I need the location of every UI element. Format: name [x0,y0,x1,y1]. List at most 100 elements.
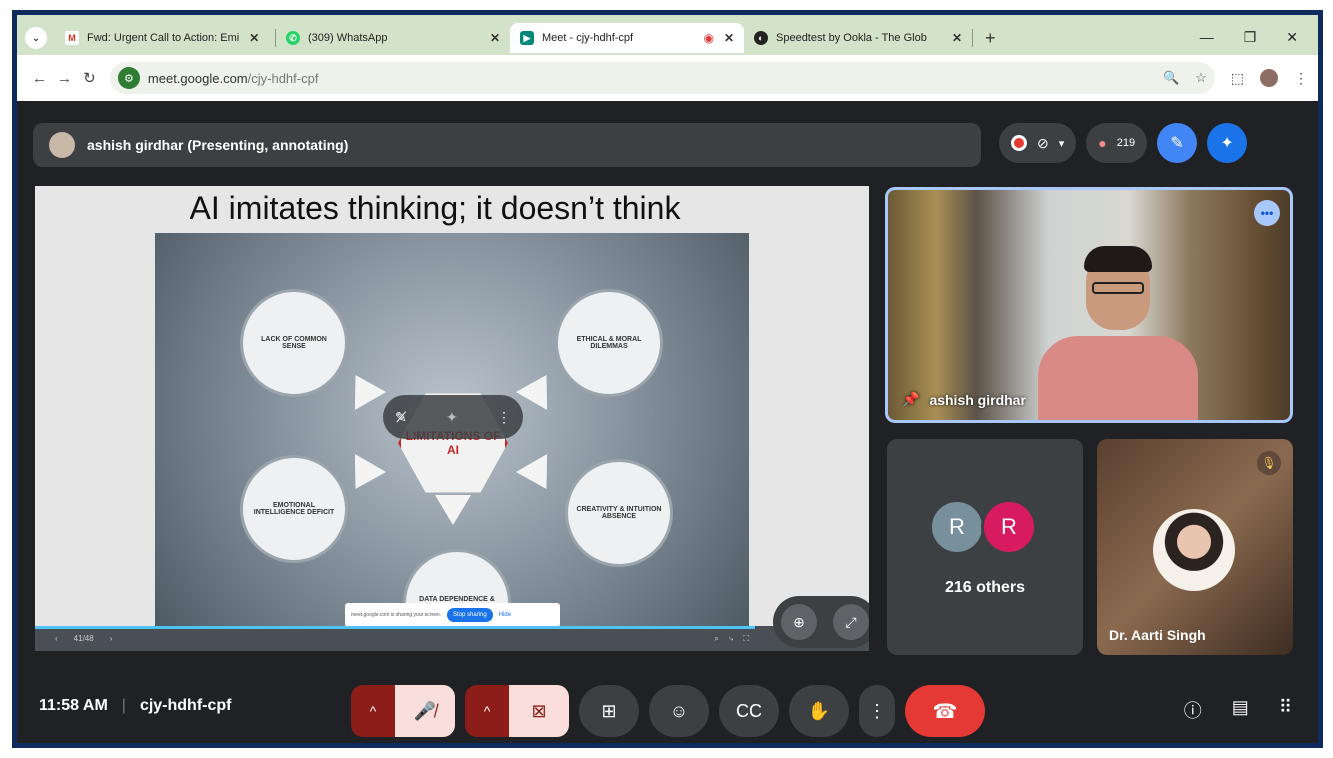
info-icon[interactable]: ⓘ [1184,697,1202,723]
close-tab-icon[interactable]: ✕ [490,31,500,45]
gemini-button[interactable]: ✦ [1207,123,1248,163]
close-tab-icon[interactable]: ✕ [724,31,734,45]
site-info-icon[interactable]: ⚙ [117,67,140,89]
forward-icon[interactable]: → [52,70,77,87]
zoom-in-icon[interactable]: ⊕ [781,604,817,640]
zoom-icon[interactable]: 🔍 [1163,70,1179,86]
stop-sharing-button[interactable]: Stop sharing [447,608,493,622]
minimize-icon[interactable]: — [1200,29,1214,46]
presenter-label: ashish girdhar (Presenting, annotating) [87,137,349,153]
close-tab-icon[interactable]: ✕ [952,31,962,45]
node-creativity: CREATIVITY & INTUITION ABSENCE [565,459,673,567]
zoom-controls: ⊕ ⤢ [773,596,869,648]
fullscreen-small-icon[interactable]: ⛶ [743,634,749,644]
window-frame: ⌄ M Fwd: Urgent Call to Action: Emi ✕ ✆ … [12,10,1323,748]
camera-off-button[interactable]: ⊠ [509,685,569,737]
others-count: 216 others [944,579,1026,596]
leave-call-button[interactable]: ☎ [905,685,985,737]
share-icon[interactable]: ⤷ [729,634,733,644]
present-screen-button[interactable]: ⊞ [579,685,639,737]
slide-title: AI imitates thinking; it doesn’t think [189,190,681,226]
tab-divider [972,29,973,47]
more-options-icon[interactable]: ••• [1254,200,1280,226]
node-ethics: ETHICAL & MORAL DILEMMAS [555,289,663,397]
video-options-chevron-icon[interactable]: ^ [465,685,509,737]
omnibox[interactable]: ⚙ meet.google.com/cjy-hdhf-cpf 🔍 ☆ [109,62,1215,94]
avatar: R [981,499,1037,555]
prev-slide-icon[interactable]: ‹ [55,634,58,643]
new-tab-button[interactable]: + [985,28,996,49]
extensions-icon[interactable]: ⬚ [1231,70,1244,87]
speaker-glasses [1092,282,1144,294]
url-host: meet.google.com [147,70,248,86]
pen-off-icon[interactable]: ✎̸ [395,409,407,426]
speaker-body [1038,336,1198,420]
shared-slide: AI imitates thinking; it doesn’t think L… [35,186,869,651]
back-icon[interactable]: ← [27,70,52,87]
pin-icon[interactable]: 📌 [902,391,919,408]
chat-icon[interactable]: ▤ [1232,697,1249,723]
recording-controls[interactable]: ⊘ ▾ [999,123,1077,163]
gmail-icon: M [65,31,79,45]
omnibox-actions: 🔍 ☆ [1163,70,1207,86]
participants-count: 219 [1116,137,1136,149]
speaker-hair [1084,246,1152,272]
window-controls: — ❐ ✕ [1200,29,1318,46]
meeting-info: 11:58 AM | cjy-hdhf-cpf [39,697,231,715]
tab-title: Meet - cjy-hdhf-cpf [542,32,634,44]
more-vert-icon[interactable]: ⋮ [497,409,511,426]
node-label: LACK OF COMMON SENSE [261,336,327,350]
browser-menu-icon[interactable]: ⋮ [1294,70,1308,87]
next-slide-icon[interactable]: › [110,634,113,643]
raise-hand-button[interactable]: ✋ [789,685,849,737]
audio-options-chevron-icon[interactable]: ^ [351,685,395,737]
slide-diagram: LACK OF COMMON SENSE ETHICAL & MORAL DIL… [155,233,749,628]
annotation-toolbar[interactable]: ✎̸ ✦ ⋮ [383,395,523,439]
tab-gmail[interactable]: M Fwd: Urgent Call to Action: Emi ✕ [55,23,275,53]
profile-avatar[interactable] [1260,69,1279,87]
emoji-button[interactable]: ☺ [649,685,709,737]
mic-off-button[interactable]: 🎤̸ [395,685,455,737]
more-options-button[interactable]: ⋮ [859,685,895,737]
node-label: EMOTIONAL INTELLIGENCE DEFICIT [253,502,335,516]
tab-whatsapp[interactable]: ✆ (309) WhatsApp ✕ [276,23,510,53]
speaker-tile[interactable]: ••• 📌 ashish girdhar [885,187,1293,423]
people-icon: ● [1098,135,1107,151]
meet-icon: ▶ [520,31,534,45]
tab-search-button[interactable]: ⌄ [25,27,47,49]
arrow-shape [515,454,563,498]
arrow-shape [515,366,563,410]
bookmark-star-icon[interactable]: ☆ [1195,70,1207,86]
tab-speedtest[interactable]: ◐ Speedtest by Ookla - The Glob ✕ [744,23,972,53]
mic-group: ^ 🎤̸ [351,685,455,737]
ai-icon[interactable]: ✦ [446,409,458,426]
captions-button[interactable]: CC [719,685,779,737]
tab-title: (309) WhatsApp [308,32,388,44]
slide-page: 41/48 [73,634,94,643]
speaker-video [1038,246,1198,420]
top-controls: ⊘ ▾ ● 219 ✎ ✦ [999,123,1248,163]
speedtest-icon: ◐ [754,31,768,45]
tab-title: Speedtest by Ookla - The Glob [776,32,927,44]
participant-tile[interactable]: 🎙 Dr. Aarti Singh [1097,439,1293,655]
participant-name: Dr. Aarti Singh [1109,627,1206,643]
node-common-sense: LACK OF COMMON SENSE [240,289,348,397]
close-tab-icon[interactable]: ✕ [249,31,259,45]
sharing-notice-text: meet.google.com is sharing your screen. [351,612,442,618]
participants-button[interactable]: ● 219 [1086,123,1148,163]
tab-meet[interactable]: ▶ Meet - cjy-hdhf-cpf ◉ ✕ [510,23,744,53]
activities-icon[interactable]: ⠿ [1279,697,1292,723]
speaker-name: ashish girdhar [929,391,1026,408]
annotate-button[interactable]: ✎ [1157,123,1198,163]
restore-icon[interactable]: ❐ [1244,29,1257,46]
hide-notice-button[interactable]: Hide [499,612,511,618]
clock-time: 11:58 AM [39,697,108,714]
arrow-shape [339,366,387,410]
close-window-icon[interactable]: ✕ [1286,29,1298,46]
reload-icon[interactable]: ↻ [77,69,102,87]
others-tile[interactable]: R R 216 others [887,439,1083,655]
meeting-code: cjy-hdhf-cpf [139,697,232,714]
search-icon[interactable]: ⌕ [714,634,718,644]
node-emotional: EMOTIONAL INTELLIGENCE DEFICIT [240,455,348,563]
expand-icon[interactable]: ⤢ [833,604,869,640]
